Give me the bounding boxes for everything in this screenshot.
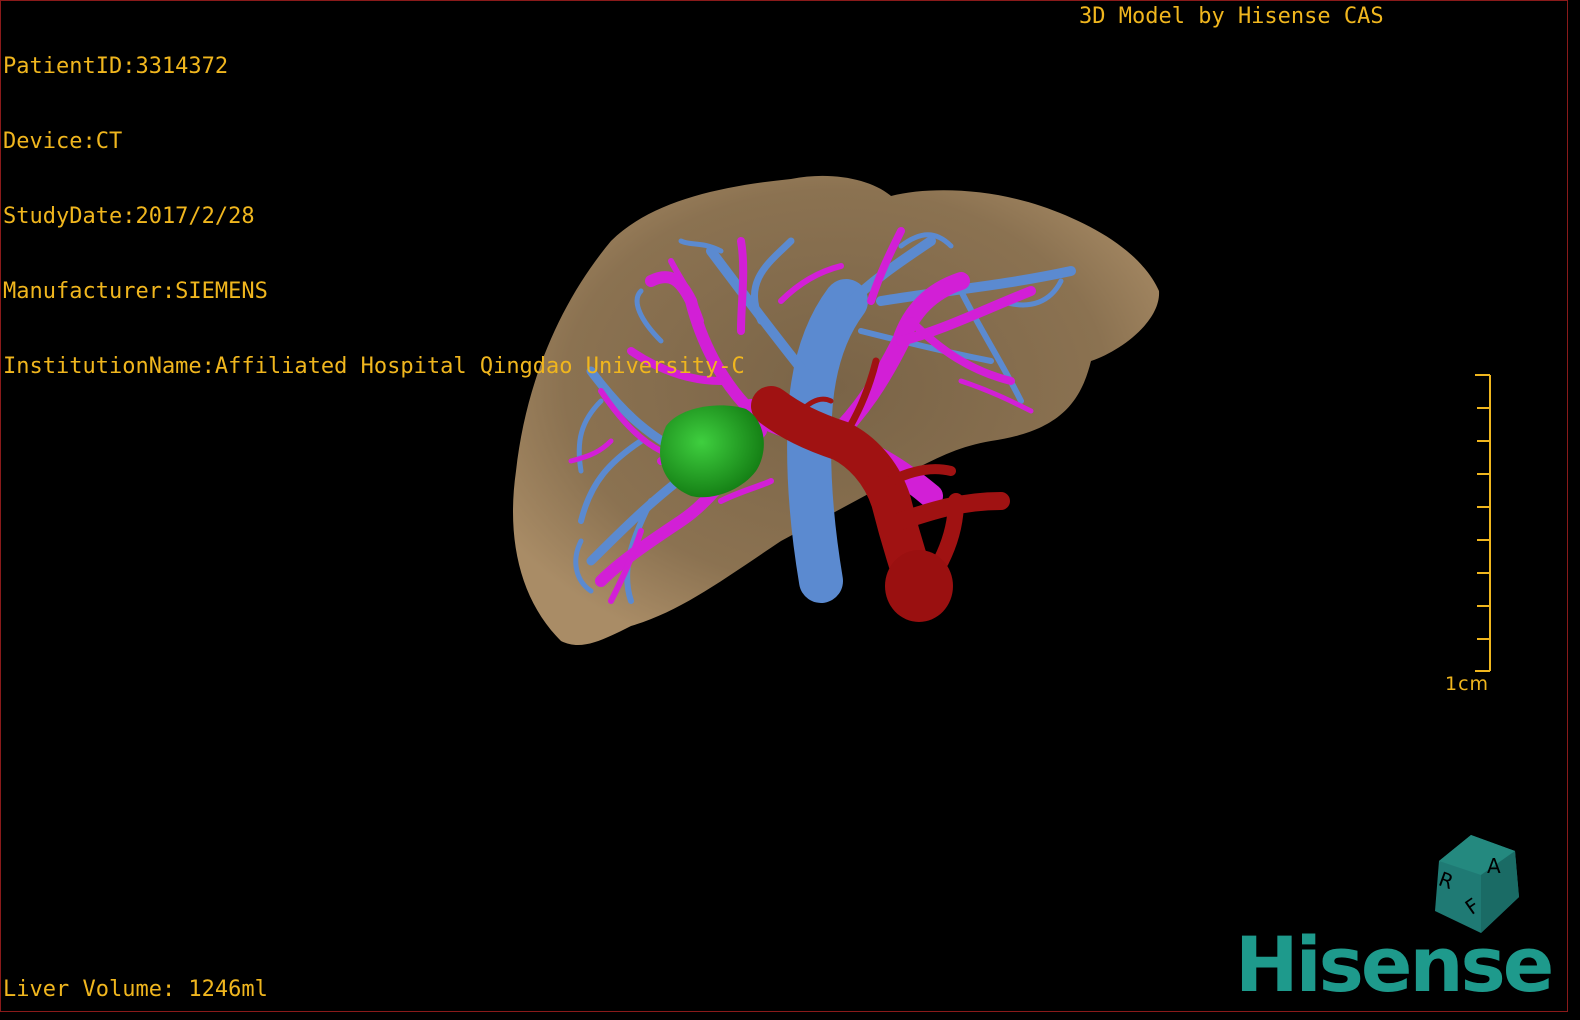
model-credit-text: 3D Model by Hisense CAS	[1079, 4, 1384, 29]
orientation-letter-a: A	[1487, 854, 1501, 878]
liver-volume-text: Liver Volume: 1246ml	[3, 977, 268, 1002]
patient-info-overlay: PatientID:3314372 Device:CT StudyDate:20…	[3, 4, 745, 429]
manufacturer-text: Manufacturer:SIEMENS	[3, 279, 268, 304]
institution-text: InstitutionName:Affiliated Hospital Qing…	[3, 354, 745, 379]
scale-bar	[1475, 374, 1491, 672]
aorta-segment	[885, 550, 953, 622]
hisense-logo: Hisense	[1235, 920, 1554, 1009]
3d-viewport[interactable]: PatientID:3314372 Device:CT StudyDate:20…	[0, 0, 1568, 1012]
study-date-text: StudyDate:2017/2/28	[3, 204, 255, 229]
device-text: Device:CT	[3, 129, 123, 154]
patient-id-text: PatientID:3314372	[3, 54, 229, 79]
scale-bar-label: 1cm	[1445, 673, 1490, 695]
